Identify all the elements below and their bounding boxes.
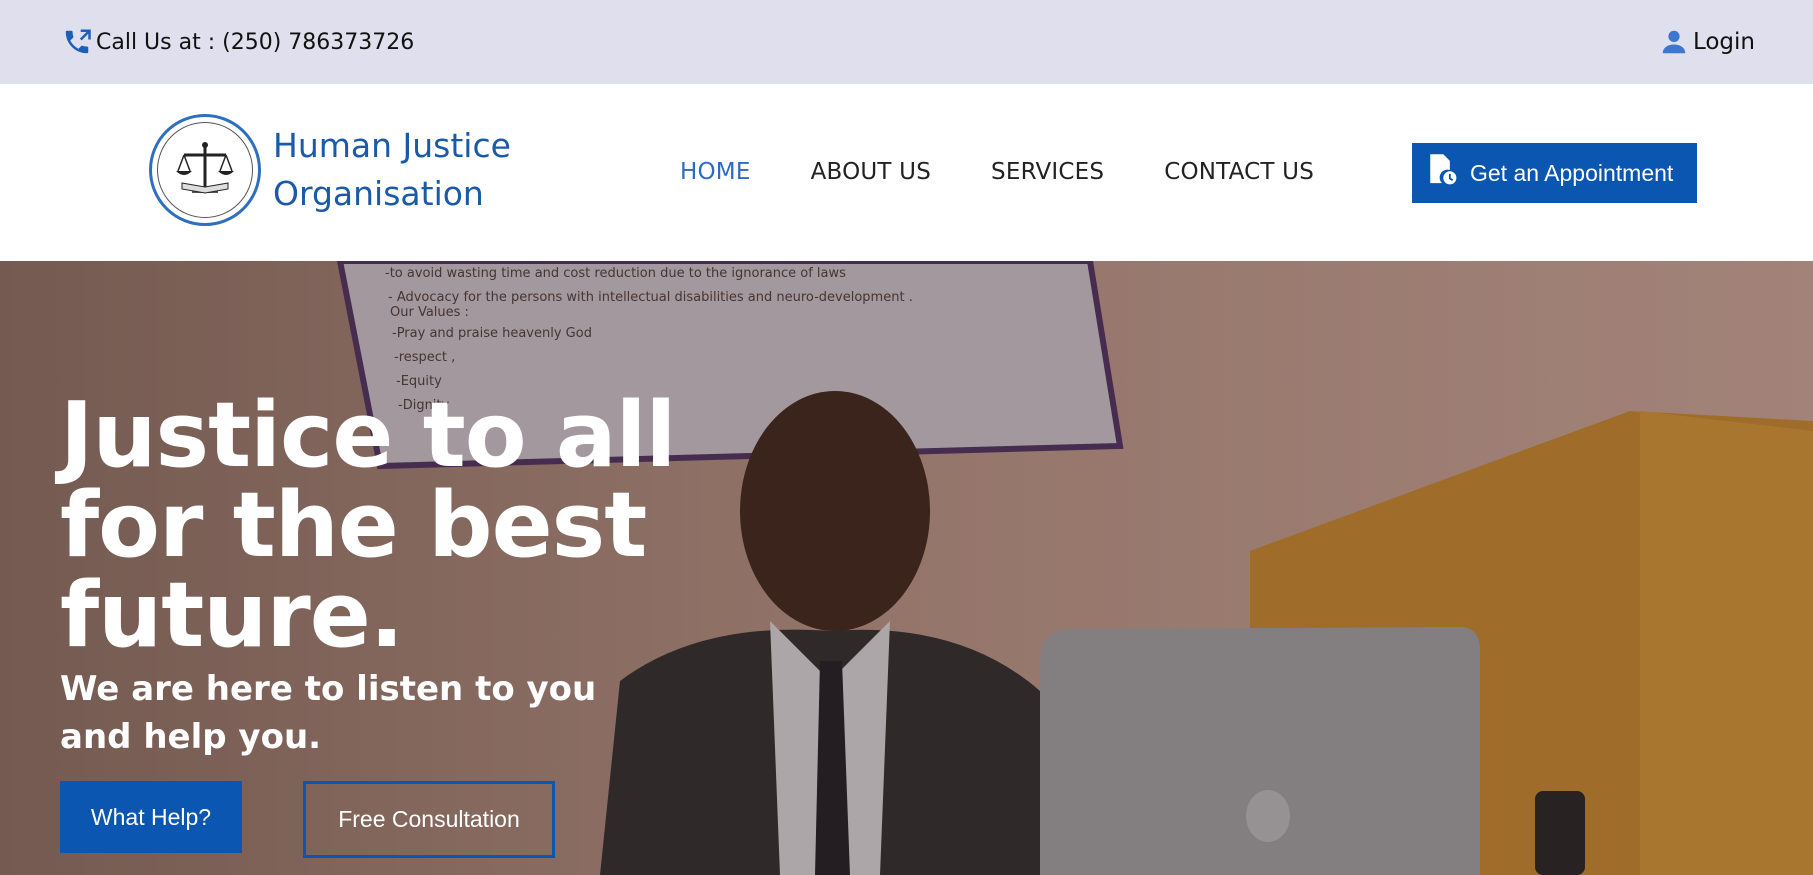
nav-contact-us[interactable]: CONTACT US xyxy=(1164,159,1314,185)
get-appointment-label: Get an Appointment xyxy=(1470,159,1674,186)
get-appointment-button[interactable]: Get an Appointment xyxy=(1412,143,1697,203)
document-clock-icon xyxy=(1426,153,1458,193)
hero-section: -to avoid wasting time and cost reductio… xyxy=(0,261,1813,875)
nav-about-us[interactable]: ABOUT US xyxy=(811,159,931,185)
organisation-logo xyxy=(149,114,261,226)
brand[interactable]: Human Justice Organisation xyxy=(149,114,533,226)
nav-home[interactable]: HOME xyxy=(680,159,751,185)
what-help-button[interactable]: What Help? xyxy=(60,781,242,853)
brand-name: Human Justice Organisation xyxy=(273,126,511,213)
hero-content: Justice to all for the best future. We a… xyxy=(60,391,700,761)
hero-subtitle: We are here to listen to you and help yo… xyxy=(60,669,597,757)
call-us[interactable]: Call Us at : (250) 786373726 xyxy=(62,27,414,57)
scales-of-justice-icon xyxy=(176,142,234,194)
phone-forward-icon xyxy=(62,27,92,57)
site-header: Human Justice Organisation HOME ABOUT US… xyxy=(0,84,1813,261)
login-link[interactable]: Login xyxy=(1659,27,1755,57)
call-us-label: Call Us at : (250) 786373726 xyxy=(96,29,415,55)
hero-title: Justice to all for the best future. xyxy=(60,383,676,668)
login-label: Login xyxy=(1692,29,1755,55)
user-icon xyxy=(1659,27,1689,57)
nav-services[interactable]: SERVICES xyxy=(991,159,1104,185)
free-consultation-button[interactable]: Free Consultation xyxy=(303,781,555,858)
top-bar: Call Us at : (250) 786373726 Login xyxy=(0,0,1813,84)
logo-seal xyxy=(157,122,253,218)
main-nav: HOME ABOUT US SERVICES CONTACT US xyxy=(680,159,1374,185)
